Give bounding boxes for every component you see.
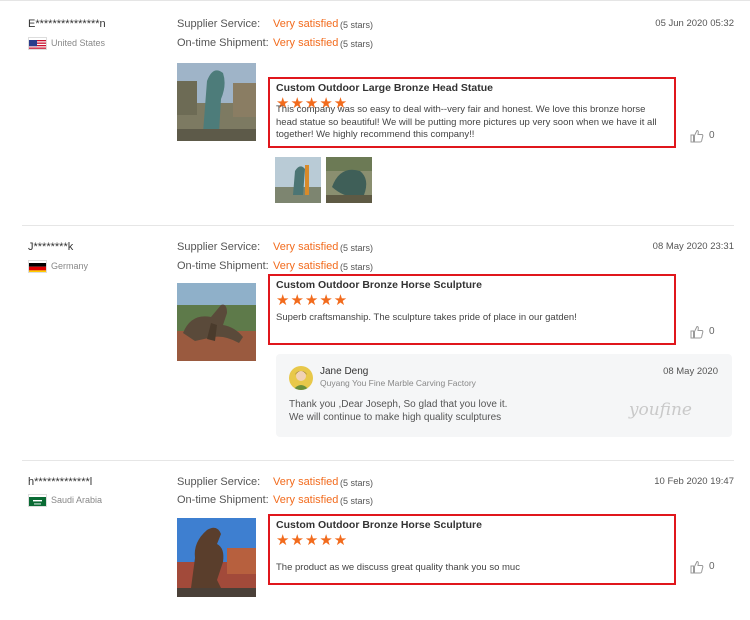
- supplier-reply: Jane Deng Quyang You Fine Marble Carving…: [276, 354, 732, 437]
- reviewer-name: J********k: [28, 241, 74, 253]
- review-item: h*************l Saudi Arabia Supplier Se…: [0, 460, 750, 620]
- supplier-service-stars: (5 stars): [340, 20, 374, 30]
- reviewer-name: h*************l: [28, 476, 93, 488]
- review-item: J********k Germany Supplier Service: Ver…: [0, 225, 750, 460]
- product-image[interactable]: [177, 63, 256, 141]
- review-comment: This company was so easy to deal with--v…: [276, 104, 657, 140]
- review-content-box: Custom Outdoor Bronze Horse Sculpture ★★…: [268, 274, 676, 345]
- on-time-shipment-label: On-time Shipment:: [177, 37, 269, 49]
- supplier-service-value: Very satisfied: [273, 241, 339, 253]
- on-time-shipment-stars: (5 stars): [340, 39, 374, 49]
- product-title[interactable]: Custom Outdoor Bronze Horse Sculpture: [276, 519, 482, 531]
- supplier-service-label: Supplier Service:: [177, 18, 261, 30]
- product-image[interactable]: [177, 283, 256, 361]
- avatar: [289, 366, 313, 390]
- product-title[interactable]: Custom Outdoor Bronze Horse Sculpture: [276, 279, 482, 291]
- thumbs-up-icon: [690, 560, 704, 574]
- like-count: 0: [709, 326, 715, 337]
- reply-author: Jane Deng: [320, 366, 369, 377]
- on-time-shipment-value: Very satisfied: [273, 494, 339, 506]
- watermark-logo: youfine: [628, 400, 692, 420]
- like-button[interactable]: 0: [690, 560, 730, 576]
- reply-date: 08 May 2020: [663, 366, 718, 377]
- reviewer-country: Germany: [51, 261, 89, 271]
- reply-text: Thank you ,Dear Joseph, So glad that you…: [289, 398, 649, 424]
- supplier-service-value: Very satisfied: [273, 476, 339, 488]
- on-time-shipment-value: Very satisfied: [273, 37, 339, 49]
- review-content-box: Custom Outdoor Large Bronze Head Statue …: [268, 77, 676, 148]
- review-date: 08 May 2020 23:31: [652, 241, 734, 252]
- review-content-box: Custom Outdoor Bronze Horse Sculpture ★★…: [268, 514, 676, 585]
- review-date: 10 Feb 2020 19:47: [654, 476, 734, 487]
- reviewer-country: United States: [51, 38, 106, 48]
- product-title[interactable]: Custom Outdoor Large Bronze Head Statue: [276, 82, 493, 94]
- supplier-service-value: Very satisfied: [273, 18, 339, 30]
- reply-line: We will continue to make high quality sc…: [289, 412, 502, 423]
- saudi-flag-icon: [28, 494, 47, 507]
- on-time-shipment-label: On-time Shipment:: [177, 494, 269, 506]
- reviewer-name: E***************n: [28, 18, 106, 30]
- on-time-shipment-stars: (5 stars): [340, 262, 374, 272]
- star-rating-icon: ★★★★★: [276, 292, 349, 309]
- us-flag-icon: [28, 37, 47, 50]
- like-button[interactable]: 0: [690, 325, 730, 341]
- review-photo[interactable]: [326, 157, 372, 203]
- review-comment: Superb craftsmanship. The sculpture take…: [276, 312, 577, 323]
- on-time-shipment-stars: (5 stars): [340, 496, 374, 506]
- star-rating-icon: ★★★★★: [276, 532, 349, 549]
- review-photo[interactable]: [275, 157, 321, 203]
- like-button[interactable]: 0: [690, 129, 730, 145]
- on-time-shipment-label: On-time Shipment:: [177, 260, 269, 272]
- thumbs-up-icon: [690, 325, 704, 339]
- supplier-service-stars: (5 stars): [340, 478, 374, 488]
- reviewer-country: Saudi Arabia: [51, 495, 103, 505]
- like-count: 0: [709, 561, 715, 572]
- on-time-shipment-value: Very satisfied: [273, 260, 339, 272]
- like-count: 0: [709, 130, 715, 141]
- thumbs-up-icon: [690, 129, 704, 143]
- product-image[interactable]: [177, 518, 256, 597]
- reply-line: Thank you ,Dear Joseph, So glad that you…: [289, 399, 508, 410]
- review-date: 05 Jun 2020 05:32: [655, 18, 734, 29]
- supplier-service-label: Supplier Service:: [177, 241, 261, 253]
- reply-company: Quyang You Fine Marble Carving Factory: [320, 378, 476, 388]
- supplier-service-stars: (5 stars): [340, 243, 374, 253]
- germany-flag-icon: [28, 260, 47, 273]
- review-item: E***************n United States Supplier…: [0, 0, 750, 225]
- review-comment: The product as we discuss great quality …: [276, 562, 520, 573]
- supplier-service-label: Supplier Service:: [177, 476, 261, 488]
